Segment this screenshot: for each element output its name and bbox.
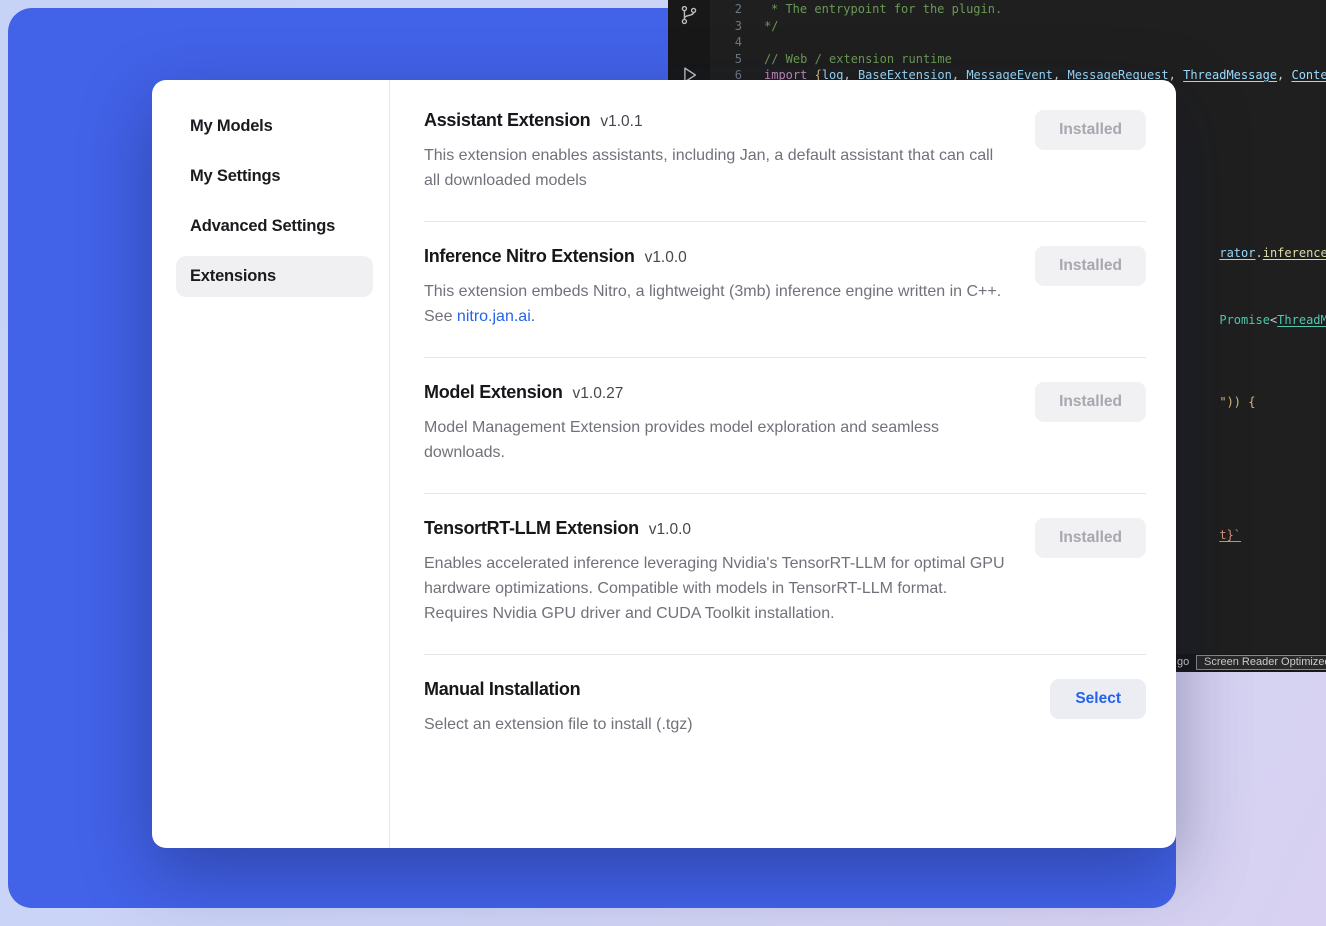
code-fragment-template: t}`	[1176, 511, 1241, 559]
code-text: inference	[1263, 246, 1326, 260]
installed-button[interactable]: Installed	[1035, 518, 1146, 558]
code-text: ")) {	[1219, 395, 1255, 409]
extension-version: v1.0.0	[649, 521, 691, 539]
nitro-jan-ai-link[interactable]: nitro.jan.ai.	[457, 308, 535, 325]
extensions-list: Assistant Extension v1.0.1 This extensio…	[390, 80, 1176, 848]
code-line: 2 * The entrypoint for the plugin.	[710, 1, 1326, 18]
code-text: ContentType	[1291, 67, 1326, 84]
code-text: ,	[1169, 67, 1183, 84]
line-number: 5	[710, 51, 742, 68]
extension-description: This extension embeds Nitro, a lightweig…	[424, 279, 1009, 329]
code-text: ,	[1277, 67, 1291, 84]
extension-title: Assistant Extension	[424, 110, 590, 131]
status-item-go[interactable]: go	[1177, 656, 1189, 668]
extension-description: Enables accelerated inference leveraging…	[424, 551, 1009, 626]
extension-title: Model Extension	[424, 382, 563, 403]
code-text: .	[1255, 246, 1262, 260]
code-text: t}`	[1219, 528, 1241, 542]
line-number: 2	[710, 1, 742, 18]
manual-installation-title: Manual Installation	[424, 679, 580, 700]
sidebar-item-extensions[interactable]: Extensions	[176, 256, 373, 297]
code-text: rator	[1219, 246, 1255, 260]
settings-sidebar: My Models My Settings Advanced Settings …	[152, 80, 390, 848]
extension-version: v1.0.27	[573, 385, 624, 403]
extension-title: Inference Nitro Extension	[424, 246, 635, 267]
screen-reader-optimized-button[interactable]: Screen Reader Optimized	[1196, 655, 1326, 670]
code-text: // Web / extension runtime	[764, 51, 952, 68]
extension-row-inference-nitro: Inference Nitro Extension v1.0.0 This ex…	[424, 221, 1146, 357]
extension-row-assistant: Assistant Extension v1.0.1 This extensio…	[424, 86, 1146, 221]
code-area: 2* The entrypoint for the plugin. 3*/ 4 …	[710, 1, 1326, 84]
extension-title: TensortRT-LLM Extension	[424, 518, 639, 539]
sidebar-item-my-models[interactable]: My Models	[176, 106, 373, 147]
code-fragment-paren: ")) {	[1176, 378, 1255, 426]
page-background: 2* The entrypoint for the plugin. 3*/ 4 …	[0, 0, 1326, 926]
source-control-icon[interactable]	[668, 0, 710, 30]
code-text: ThreadMessage	[1277, 313, 1326, 327]
extension-row-model: Model Extension v1.0.27 Model Management…	[424, 357, 1146, 493]
line-number: 4	[710, 34, 742, 51]
sidebar-item-my-settings[interactable]: My Settings	[176, 156, 373, 197]
extension-version: v1.0.0	[645, 249, 687, 267]
code-line: 5 // Web / extension runtime	[710, 51, 1326, 68]
code-text: */	[764, 18, 778, 35]
code-line: 3 */	[710, 18, 1326, 35]
select-file-button[interactable]: Select	[1050, 679, 1146, 719]
code-fragment-promise: Promise<ThreadMessage>	[1176, 296, 1326, 344]
code-fragment-inference: rator.inference(data));	[1176, 229, 1326, 277]
extension-row-tensorrt-llm: TensortRT-LLM Extension v1.0.0 Enables a…	[424, 493, 1146, 654]
line-number: 3	[710, 18, 742, 35]
extension-version: v1.0.1	[600, 113, 642, 131]
code-line: 4	[710, 34, 1326, 51]
manual-installation-row: Manual Installation Select an extension …	[424, 654, 1146, 765]
code-text: Promise	[1219, 313, 1270, 327]
installed-button[interactable]: Installed	[1035, 382, 1146, 422]
extension-description: Model Management Extension provides mode…	[424, 415, 1009, 465]
manual-installation-description: Select an extension file to install (.tg…	[424, 712, 693, 737]
code-text: * The entrypoint for the plugin.	[764, 1, 1002, 18]
settings-modal: My Models My Settings Advanced Settings …	[152, 80, 1176, 848]
installed-button[interactable]: Installed	[1035, 110, 1146, 150]
code-text: ThreadMessage	[1183, 67, 1277, 84]
installed-button[interactable]: Installed	[1035, 246, 1146, 286]
extension-description: This extension enables assistants, inclu…	[424, 143, 1009, 193]
sidebar-item-advanced-settings[interactable]: Advanced Settings	[176, 206, 373, 247]
